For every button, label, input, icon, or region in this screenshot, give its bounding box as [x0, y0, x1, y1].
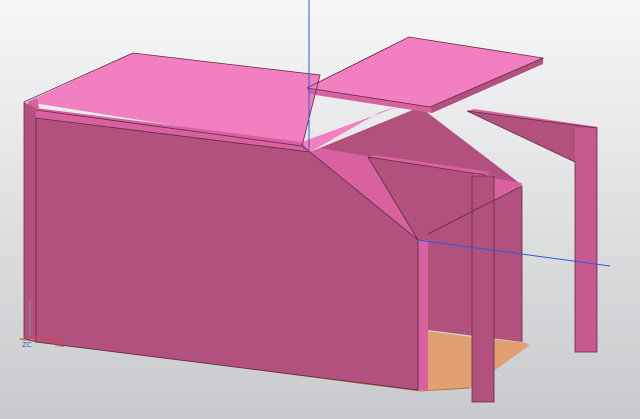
cad-viewport[interactable]: ZC XC [0, 0, 640, 419]
far-triangle-post [575, 128, 597, 352]
triad-x-label: XC [55, 341, 64, 349]
box-right-post [418, 234, 428, 390]
model-scene[interactable]: ZC XC [0, 0, 640, 419]
triad-z-label: ZC [22, 341, 32, 349]
